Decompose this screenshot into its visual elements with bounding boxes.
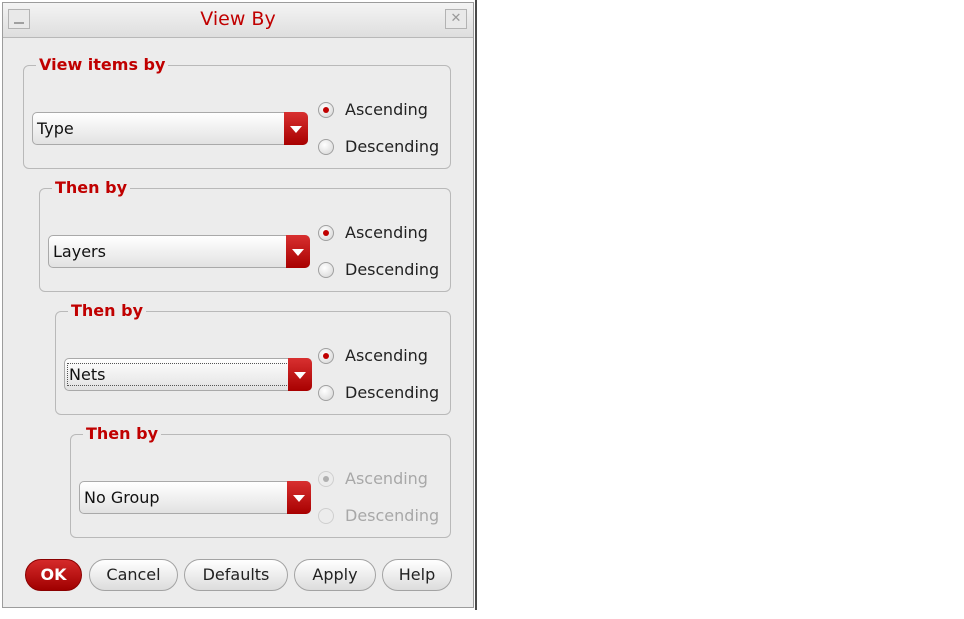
group-legend: Then by [68,302,146,320]
radio-icon[interactable] [318,348,334,364]
radio-label: Descending [345,506,440,525]
radio-icon [318,471,334,487]
then-by-group-1: Then by Layers Ascending Descending [39,179,451,292]
radio-label: Ascending [345,346,428,365]
sort-key-dropdown-3[interactable]: Nets [64,358,312,391]
group-legend: Then by [52,179,130,197]
apply-button[interactable]: Apply [294,559,376,591]
ascending-radio-4: Ascending [318,469,448,493]
ascending-radio-1[interactable]: Ascending [318,100,448,124]
sort-key-dropdown-1[interactable]: Type [32,112,308,145]
radio-label: Ascending [345,469,428,488]
chevron-down-icon[interactable] [288,358,312,391]
radio-icon[interactable] [318,139,334,155]
group-legend: View items by [36,56,169,74]
dropdown-value: Type [37,119,74,138]
radio-icon[interactable] [318,225,334,241]
dropdown-value: Nets [66,363,308,386]
help-button[interactable]: Help [382,559,452,591]
dialog-title: View By [200,8,276,30]
dropdown-value: Layers [53,242,106,261]
radio-icon[interactable] [318,102,334,118]
close-icon[interactable]: ✕ [445,9,467,29]
title-bar[interactable]: View By ✕ [3,3,473,38]
radio-label: Descending [345,260,440,279]
descending-radio-1[interactable]: Descending [318,137,448,161]
radio-icon[interactable] [318,262,334,278]
radio-label: Ascending [345,223,428,242]
chevron-down-icon[interactable] [286,235,310,268]
window-edge [475,0,477,610]
chevron-down-icon[interactable] [287,481,311,514]
group-legend: Then by [83,425,161,443]
cancel-button[interactable]: Cancel [89,559,178,591]
view-by-dialog: View By ✕ View items by Type Ascending D… [2,2,474,608]
view-items-by-group: View items by Type Ascending Descending [23,56,451,169]
ascending-radio-3[interactable]: Ascending [318,346,448,370]
ok-button[interactable]: OK [25,559,82,591]
descending-radio-4: Descending [318,506,448,530]
defaults-button[interactable]: Defaults [184,559,288,591]
dropdown-value: No Group [84,488,160,507]
then-by-group-3: Then by No Group Ascending Descending [70,425,451,538]
ascending-radio-2[interactable]: Ascending [318,223,448,247]
radio-label: Descending [345,383,440,402]
descending-radio-2[interactable]: Descending [318,260,448,284]
sort-key-dropdown-4[interactable]: No Group [79,481,311,514]
radio-icon[interactable] [318,385,334,401]
radio-label: Descending [345,137,440,156]
sort-key-dropdown-2[interactable]: Layers [48,235,310,268]
radio-icon [318,508,334,524]
radio-label: Ascending [345,100,428,119]
chevron-down-icon[interactable] [284,112,308,145]
descending-radio-3[interactable]: Descending [318,383,448,407]
then-by-group-2: Then by Nets Ascending Descending [55,302,451,415]
